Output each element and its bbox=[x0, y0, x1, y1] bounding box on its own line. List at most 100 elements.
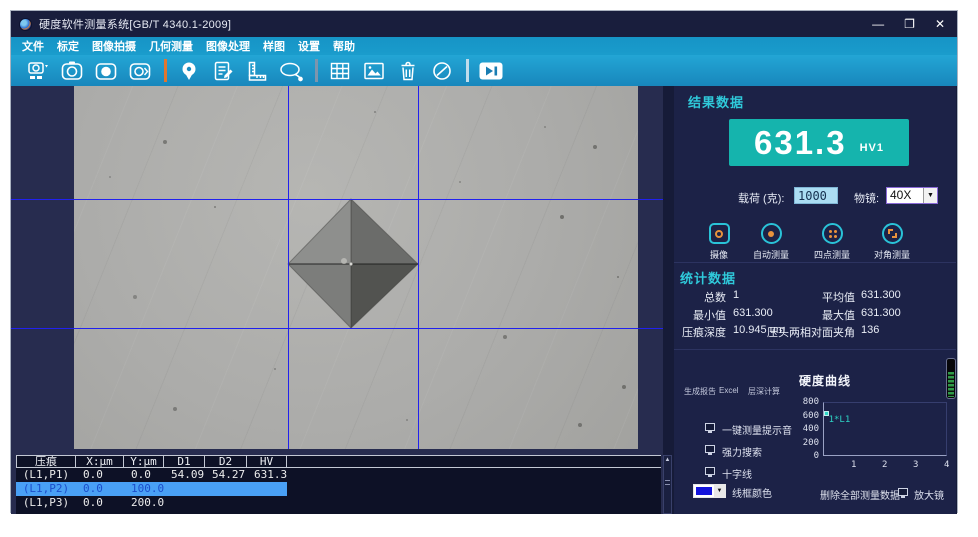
y-tick-label: 600 bbox=[793, 411, 819, 421]
four-point-measure-button[interactable]: 四点测量 bbox=[803, 223, 861, 261]
menu-item-1[interactable]: 标定 bbox=[57, 38, 79, 54]
y-tick-label: 400 bbox=[793, 424, 819, 434]
small-button-label: 层深计算 bbox=[748, 386, 780, 397]
toolbar-separator bbox=[164, 59, 167, 82]
stat-row: 压痕深度10.945 um压头两相对面夹角136 bbox=[674, 324, 956, 336]
report-edit-icon[interactable] bbox=[210, 59, 236, 83]
menu-bar: 文件标定图像拍摄几何测量图像处理样图设置帮助 bbox=[11, 37, 957, 55]
small-button-2[interactable]: 层深计算 bbox=[748, 386, 780, 397]
delete-all-button[interactable]: 删除全部测量数据 bbox=[820, 487, 900, 502]
hardness-value: 631.3 bbox=[754, 124, 847, 162]
small-button-1[interactable]: Excel bbox=[719, 386, 739, 395]
camera-live-icon[interactable] bbox=[93, 59, 119, 83]
capture-button[interactable]: 摄像 bbox=[690, 223, 748, 261]
table-header-cell: X:μm bbox=[76, 456, 124, 468]
load-label: 载荷 (克): bbox=[738, 190, 784, 206]
right-panel: 结果数据 631.3 HV1 载荷 (克): 物镜: 40X ▼ 摄像 自动测量 bbox=[674, 86, 956, 514]
table-row[interactable]: (L1,P2)0.0100.0 bbox=[16, 482, 287, 496]
y-tick-label: 800 bbox=[793, 397, 819, 407]
checkbox-icon bbox=[705, 423, 715, 431]
table-cell: 54.27 bbox=[205, 468, 247, 482]
grid-table-icon[interactable] bbox=[327, 59, 353, 83]
diagonal-measure-button[interactable]: 对角测量 bbox=[863, 223, 921, 261]
table-cell: (L1,P2) bbox=[16, 482, 76, 496]
camera-capture-icon[interactable] bbox=[25, 59, 51, 83]
checkbox-icon bbox=[705, 445, 715, 453]
line-color-label: 线框颜色 bbox=[732, 485, 772, 500]
trash-icon[interactable] bbox=[395, 59, 421, 83]
x-tick-label: 2 bbox=[882, 460, 887, 470]
image-viewport[interactable] bbox=[11, 86, 663, 514]
table-row[interactable]: (L1,P3)0.0200.0 bbox=[16, 496, 287, 510]
checkbox-label: 强力搜索 bbox=[722, 444, 762, 459]
surface-specks bbox=[74, 86, 76, 88]
camera-settings-icon[interactable] bbox=[127, 59, 153, 83]
color-swatch bbox=[696, 487, 712, 495]
stat-label: 压痕深度 bbox=[674, 324, 726, 340]
menu-item-3[interactable]: 几何测量 bbox=[149, 38, 193, 54]
menu-item-2[interactable]: 图像拍摄 bbox=[92, 38, 136, 54]
camera-icon[interactable] bbox=[59, 59, 85, 83]
minimize-button[interactable]: — bbox=[872, 18, 884, 30]
chevron-down-icon[interactable]: ▼ bbox=[714, 485, 725, 497]
table-cell: (L1,P1) bbox=[16, 468, 76, 482]
toolbar-separator bbox=[315, 59, 318, 82]
disable-icon[interactable] bbox=[429, 59, 455, 83]
table-scrollbar[interactable]: ▲ bbox=[663, 455, 672, 514]
objective-label: 物镜: bbox=[854, 190, 879, 206]
menu-item-5[interactable]: 样图 bbox=[263, 38, 285, 54]
close-button[interactable]: ✕ bbox=[935, 18, 945, 30]
table-cell: 0.0 bbox=[76, 482, 124, 496]
checkbox-icon bbox=[705, 467, 715, 475]
main-area: 压痕X:μmY:μmD1D2HV (L1,P1)0.00.054.0954.27… bbox=[11, 86, 957, 514]
stat-label: 最小值 bbox=[674, 307, 726, 323]
restore-button[interactable]: ❐ bbox=[904, 18, 915, 30]
scrollbar-grip[interactable] bbox=[665, 480, 670, 485]
ruler-icon[interactable] bbox=[244, 59, 270, 83]
table-cell: 54.09 bbox=[164, 468, 205, 482]
menu-item-4[interactable]: 图像处理 bbox=[206, 38, 250, 54]
marker-icon[interactable] bbox=[176, 59, 202, 83]
stats-section-title: 统计数据 bbox=[680, 268, 736, 287]
stat-row: 最小值631.300最大值631.300 bbox=[674, 307, 956, 319]
measure-line-vertical-2[interactable] bbox=[418, 86, 419, 449]
page: 硬度软件测量系统[GB/T 4340.1-2009] — ❐ ✕ 文件标定图像拍… bbox=[0, 0, 978, 537]
table-header-cell: 压痕 bbox=[16, 456, 76, 468]
stat-value: 631.300 bbox=[861, 307, 901, 319]
level-indicator bbox=[946, 358, 956, 399]
checkbox-label: 十字线 bbox=[722, 466, 752, 481]
menu-item-0[interactable]: 文件 bbox=[22, 38, 44, 54]
table-cell: 631.3 bbox=[247, 468, 287, 482]
menu-item-7[interactable]: 帮助 bbox=[333, 38, 355, 54]
load-input[interactable] bbox=[794, 187, 838, 204]
table-header-cell: D1 bbox=[164, 456, 205, 468]
x-tick-label: 4 bbox=[944, 460, 949, 470]
image-icon[interactable] bbox=[361, 59, 387, 83]
auto-measure-icon bbox=[761, 223, 782, 244]
lasso-icon[interactable] bbox=[278, 59, 304, 83]
chevron-down-icon[interactable]: ▼ bbox=[923, 188, 937, 203]
table-header-cell: Y:μm bbox=[124, 456, 164, 468]
measure-line-horizontal-2[interactable] bbox=[11, 328, 663, 329]
stat-label: 压头两相对面夹角 bbox=[734, 324, 855, 340]
table-body: (L1,P1)0.00.054.0954.27631.3(L1,P2)0.010… bbox=[16, 468, 661, 510]
measure-line-horizontal-1[interactable] bbox=[11, 199, 663, 200]
objective-select[interactable]: 40X ▼ bbox=[886, 187, 938, 204]
toolbar-separator bbox=[466, 59, 469, 82]
hardness-unit: HV1 bbox=[860, 142, 884, 154]
auto-measure-button[interactable]: 自动测量 bbox=[742, 223, 800, 261]
line-color-dropdown[interactable]: ▼ bbox=[693, 484, 726, 498]
table-header: 压痕X:μmY:μmD1D2HV bbox=[16, 455, 661, 468]
table-row[interactable]: (L1,P1)0.00.054.0954.27631.3 bbox=[16, 468, 287, 482]
measure-line-vertical-1[interactable] bbox=[288, 86, 289, 449]
divider bbox=[674, 349, 956, 350]
menu-item-6[interactable]: 设置 bbox=[298, 38, 320, 54]
stat-label: 平均值 bbox=[734, 289, 855, 305]
small-button-0[interactable]: 生成报告 bbox=[684, 386, 716, 397]
scroll-up-icon[interactable]: ▲ bbox=[664, 457, 671, 464]
run-next-icon[interactable] bbox=[478, 59, 504, 83]
stat-value: 631.300 bbox=[861, 289, 901, 301]
table-cell bbox=[164, 482, 205, 496]
chart-title: 硬度曲线 bbox=[799, 372, 851, 389]
app-logo-icon bbox=[19, 18, 32, 31]
